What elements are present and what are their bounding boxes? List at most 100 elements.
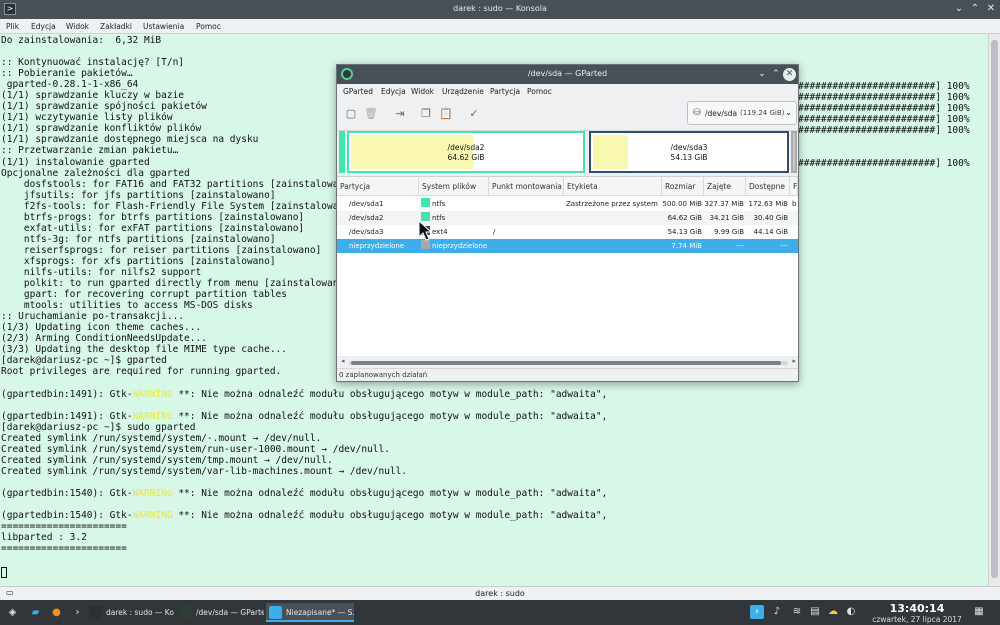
menu-partycja[interactable]: Partycja <box>490 87 520 96</box>
cell-text: --- <box>780 242 788 250</box>
maximize-icon[interactable]: ⌃ <box>968 2 982 16</box>
terminal-launcher-icon[interactable]: › <box>68 603 87 622</box>
scroll-left-icon[interactable]: ◂ <box>341 357 345 365</box>
table-row[interactable]: /dev/sda1 ntfs Zastrzeżone przez system 500… <box>337 197 798 211</box>
konsole-menubar: Plik Edycja Widok Zakładki Ustawienia Po… <box>0 19 1000 34</box>
terminal-line: ====================== <box>1 543 127 555</box>
menu-widok[interactable]: Widok <box>66 22 89 31</box>
progress-line <box>798 147 970 158</box>
column-header-system-plikow[interactable]: System plików <box>419 177 489 196</box>
notifications-icon[interactable]: › <box>750 605 764 619</box>
network-icon[interactable]: ≋ <box>790 605 804 619</box>
partition-block-sda1[interactable] <box>339 131 345 173</box>
terminal-line: libparted : 3.2 <box>1 532 87 544</box>
clock[interactable]: 13:40:14 czwartek, 27 lipca 2017 <box>870 602 964 624</box>
cell-text: ext4 <box>432 228 448 236</box>
close-icon[interactable]: ✕ <box>984 2 998 16</box>
warning-text: WARNING <box>132 487 173 499</box>
copy-icon[interactable]: ❐ <box>418 106 434 122</box>
menu-urzadzenie[interactable]: Urządzenie <box>442 87 484 96</box>
taskbar: ◈ ▰ ● › darek : sudo — Ko… /dev/sda — GPa… <box>0 600 1000 625</box>
power-icon[interactable]: ◐ <box>844 605 858 619</box>
apply-icon[interactable]: ✓ <box>466 106 482 122</box>
device-name: /dev/sda <box>705 109 738 118</box>
new-partition-icon[interactable]: ▢ <box>343 106 359 122</box>
cell-text: 9.99 GiB <box>714 228 744 236</box>
cell-flags <box>792 211 798 225</box>
menu-plik[interactable]: Plik <box>6 22 19 31</box>
column-header-flagi[interactable]: F <box>790 177 798 196</box>
taskbar-app-2[interactable]: Niezapisane* — S… <box>266 603 354 622</box>
cell-text: / <box>493 228 496 236</box>
partition-block-sda2[interactable]: /dev/sda2 64.62 GiB <box>347 131 585 173</box>
table-row[interactable]: /dev/sda2 ntfs 64.62 GiB 34.21 GiB 30.40 GiB <box>337 211 798 225</box>
volume-icon[interactable]: ♪ <box>770 605 784 619</box>
column-header-zajete[interactable]: Zajęte <box>704 177 746 196</box>
taskbar-app-icon <box>89 606 102 619</box>
application-launcher-icon[interactable]: ◈ <box>3 603 22 622</box>
menu-ustawienia[interactable]: Ustawienia <box>143 22 184 31</box>
column-header-punkt-montowania[interactable]: Punkt montowania <box>489 177 564 196</box>
konsole-window-title: darek : sudo — Konsola <box>453 4 547 13</box>
cell-fs: ntfs <box>421 197 487 211</box>
terminal-line: (gpartedbin:1540): Gtk-WARNING **: Nie m… <box>1 487 608 499</box>
cell-text: /dev/sda3 <box>349 228 384 236</box>
gparted-statusbar: 0 zaplanowanych działań <box>337 368 798 381</box>
terminal-scroll-thumb[interactable] <box>991 40 998 578</box>
table-row[interactable]: /dev/sda3 ext4 / 54.13 GiB 9.99 GiB 44.14 GiB <box>337 225 798 239</box>
menu-edycja[interactable]: Edycja <box>381 87 406 96</box>
progress-line: ########################] 100% <box>798 125 970 137</box>
menu-pomoc[interactable]: Pomoc <box>527 87 552 96</box>
gparted-window: /dev/sda — GParted ⌄ ⌃ ✕ GParted Edycja … <box>336 64 799 382</box>
maximize-icon[interactable]: ⌃ <box>769 67 783 81</box>
file-manager-icon[interactable]: ▰ <box>26 603 45 622</box>
partition-block-sda3[interactable]: /dev/sda3 54.13 GiB <box>589 131 789 173</box>
terminal-line: Created symlink /run/systemd/system/var-… <box>1 465 408 477</box>
menu-pomoc[interactable]: Pomoc <box>196 22 221 31</box>
cell-text: 30.40 GiB <box>753 214 788 222</box>
table-row[interactable]: nieprzydzielone nieprzydzielone 7.74 MiB --… <box>337 239 798 253</box>
close-icon[interactable]: ✕ <box>783 68 796 81</box>
cell-text: nieprzydzielone <box>349 242 405 250</box>
gparted-toolbar: ▢ 🗑 ⇥ ❐ 📋 ✓ ⛁ /dev/sda (119.24 GiB) ⌄ <box>337 99 798 131</box>
cell-text: ntfs <box>432 200 446 208</box>
column-header-rozmiar[interactable]: Rozmiar <box>662 177 704 196</box>
cell-text: Zastrzeżone przez system <box>566 200 658 208</box>
terminal-progress-column: ########################] 100% ##########… <box>798 81 970 169</box>
delete-icon[interactable]: 🗑 <box>363 106 379 122</box>
partition-block-unallocated[interactable] <box>791 131 797 173</box>
scroll-right-icon[interactable]: ▸ <box>792 357 796 365</box>
table-horizontal-scrollbar[interactable]: ◂ ▸ <box>341 357 796 367</box>
device-selector[interactable]: ⛁ /dev/sda (119.24 GiB) ⌄ <box>687 101 797 125</box>
scroll-thumb[interactable] <box>351 361 781 365</box>
cell-mount <box>493 197 563 211</box>
weather-icon[interactable]: ☁ <box>826 605 840 619</box>
konsole-tab-label[interactable]: darek : sudo <box>0 589 1000 598</box>
gparted-titlebar: /dev/sda — GParted ⌄ ⌃ ✕ <box>337 65 798 84</box>
firefox-icon[interactable]: ● <box>47 603 66 622</box>
column-header-etykieta[interactable]: Etykieta <box>564 177 662 196</box>
minimize-icon[interactable]: ⌄ <box>755 67 769 81</box>
clock-time: 13:40:14 <box>889 602 945 615</box>
paste-icon[interactable]: 📋 <box>438 106 454 122</box>
progress-line: ########################] 100% <box>798 103 970 115</box>
menu-gparted[interactable]: GParted <box>343 87 373 96</box>
minimize-icon[interactable]: ⌄ <box>952 2 966 16</box>
taskbar-app-0[interactable]: darek : sudo — Ko… <box>86 603 174 622</box>
show-desktop-icon[interactable]: ▦ <box>972 605 986 619</box>
partition-block-label: /dev/sda2 64.62 GiB <box>447 143 485 162</box>
resize-icon[interactable]: ⇥ <box>392 106 408 122</box>
column-header-dostepne[interactable]: Dostępne <box>746 177 790 196</box>
menu-zakladki[interactable]: Zakładki <box>100 22 132 31</box>
gparted-menubar: GParted Edycja Widok Urządzenie Partycja… <box>337 84 798 99</box>
clipboard-icon[interactable]: ▤ <box>808 605 822 619</box>
cell-partition: nieprzydzielone <box>349 239 417 253</box>
cell-mount <box>493 239 563 253</box>
menu-edycja[interactable]: Edycja <box>31 22 56 31</box>
taskbar-app-label: darek : sudo — Ko… <box>106 608 174 617</box>
column-header-partycja[interactable]: Partycja <box>337 177 419 196</box>
terminal-scrollbar[interactable] <box>988 34 1000 586</box>
taskbar-app-1[interactable]: /dev/sda — GParted <box>176 603 264 622</box>
menu-widok[interactable]: Widok <box>411 87 434 96</box>
